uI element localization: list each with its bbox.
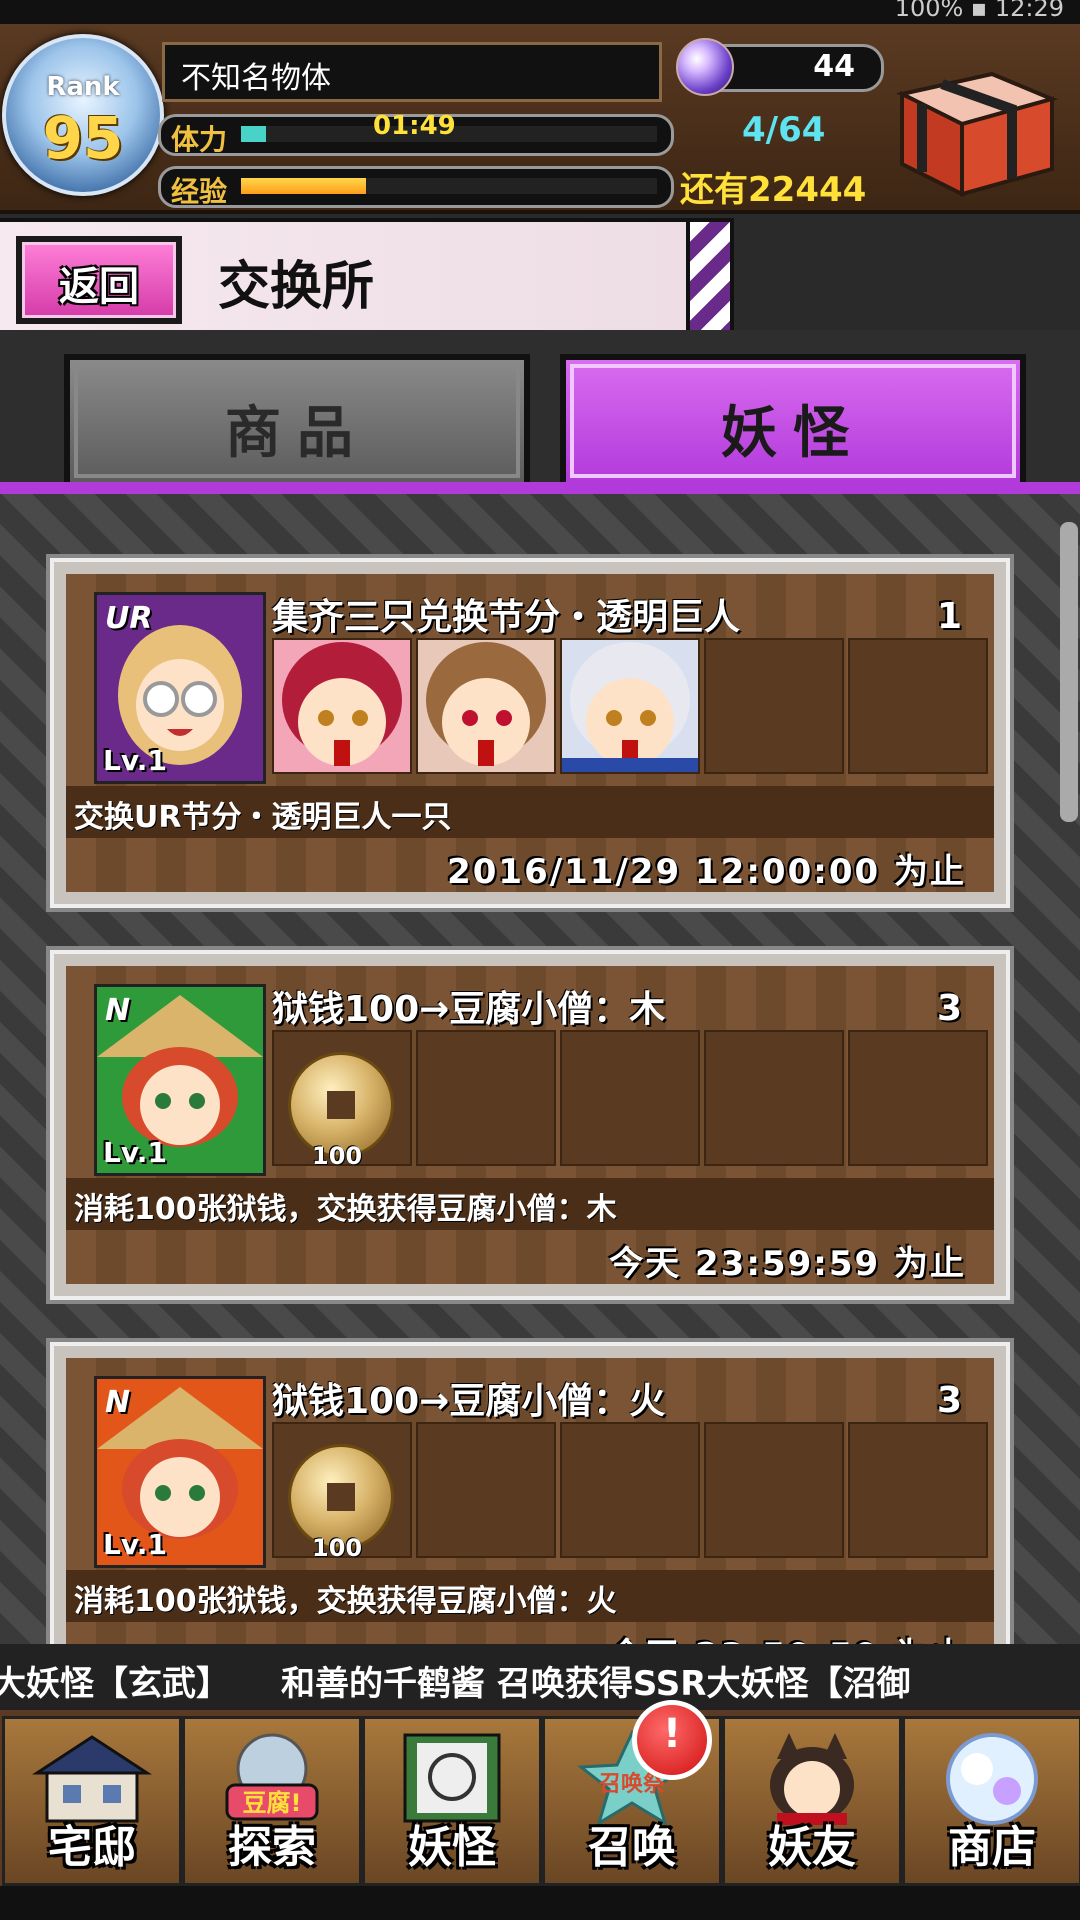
back-button[interactable]: 返回	[16, 236, 182, 324]
card-title: 狱钱100→豆腐小僧：火	[272, 1381, 666, 1422]
orb-count: 44	[813, 49, 855, 84]
nav-summon-label: 召唤	[588, 1822, 676, 1873]
stamina-fill	[241, 126, 266, 142]
card-deadline: 今天 23:59:59 为止	[609, 1244, 966, 1284]
tab-yokai-label: 妖怪	[721, 401, 865, 466]
nav-friends-label: 妖友	[768, 1822, 856, 1873]
reward-portrait[interactable]: UR Lv.1	[94, 592, 266, 784]
stamina-bar: 体力 01:49	[158, 111, 674, 156]
exchange-list[interactable]: UR Lv.1 集齐三只兑换节分・透明巨人 1 交换UR节分・透明巨人一只 20…	[0, 494, 1080, 1644]
tab-yokai[interactable]: 妖怪	[560, 354, 1026, 488]
card-title: 狱钱100→豆腐小僧：木	[272, 989, 666, 1030]
nav-friends[interactable]: 妖友	[722, 1716, 902, 1886]
material-slot	[272, 638, 412, 774]
empty-slot	[416, 1030, 556, 1166]
exchange-count: 3	[936, 1380, 962, 1421]
exchange-card[interactable]: N Lv.1 狱钱100→豆腐小僧：木 3 100 消耗100张狱钱，交换获得豆…	[50, 950, 1010, 1300]
material-slot	[560, 638, 700, 774]
card-deadline: 今天 23:59:59 为止	[609, 1628, 966, 1644]
card-title: 集齐三只兑换节分・透明巨人	[272, 597, 741, 638]
card-description: 交换UR节分・透明巨人一只	[74, 800, 452, 835]
empty-slot	[704, 638, 844, 774]
level-label: Lv.1	[103, 1528, 167, 1561]
empty-slot	[848, 1422, 988, 1558]
exchange-count: 1	[936, 596, 962, 637]
tab-underline	[0, 482, 1080, 494]
nav-explore-label: 探索	[228, 1822, 316, 1873]
exp-fill	[241, 178, 366, 194]
reward-portrait[interactable]: N Lv.1	[94, 1376, 266, 1568]
reward-portrait[interactable]: N Lv.1	[94, 984, 266, 1176]
level-label: Lv.1	[103, 744, 167, 777]
rarity-badge: N	[105, 993, 131, 1028]
exchange-count: 3	[936, 988, 962, 1029]
summon-notification-badge: !	[632, 1700, 712, 1780]
exchange-card[interactable]: UR Lv.1 集齐三只兑换节分・透明巨人 1 交换UR节分・透明巨人一只 20…	[50, 558, 1010, 908]
nav-mansion-label: 宅邸	[48, 1822, 136, 1873]
player-name-box: 不知名物体	[162, 42, 662, 102]
ticker-text: 大妖怪【玄武】 和善的千鹤酱 召唤获得SSR大妖怪【沼御	[0, 1664, 911, 1704]
level-label: Lv.1	[103, 1136, 167, 1169]
page-title: 交换所	[218, 257, 375, 317]
page-title-bar: 返回 交换所	[0, 218, 734, 334]
coin-amount: 100	[312, 1534, 363, 1562]
rarity-badge: UR	[105, 601, 153, 636]
empty-slot	[704, 1422, 844, 1558]
news-ticker: 大妖怪【玄武】 和善的千鹤酱 召唤获得SSR大妖怪【沼御	[0, 1644, 1080, 1710]
stamina-count: 4/64	[742, 110, 826, 150]
exp-label: 经验	[171, 175, 228, 208]
empty-slot	[560, 1422, 700, 1558]
status-bar: 100% ▪ 12:29	[0, 0, 1080, 24]
nav-mansion[interactable]: 宅邸	[2, 1716, 182, 1886]
card-deadline: 2016/11/29 12:00:00 为止	[447, 852, 966, 892]
tab-goods[interactable]: 商品	[64, 354, 530, 488]
nav-shop-label: 商店	[948, 1822, 1036, 1873]
stamina-timer: 01:49	[373, 111, 456, 141]
back-button-label: 返回	[59, 264, 139, 310]
material-slot: 100	[272, 1030, 412, 1170]
list-scrollbar[interactable]	[1060, 522, 1078, 822]
stamina-label: 体力	[171, 123, 228, 156]
nav-yokai[interactable]: 妖怪	[362, 1716, 542, 1886]
exp-remaining: 还有22444	[680, 170, 867, 210]
player-name: 不知名物体	[181, 61, 331, 96]
empty-slot	[704, 1030, 844, 1166]
rank-value: 95	[42, 104, 124, 172]
tab-goods-label: 商品	[225, 401, 369, 466]
bottom-nav: 宅邸 豆腐! 探索 妖怪 召唤祭 召唤 妖友 商店	[0, 1710, 1080, 1886]
yokai-material-icon	[562, 640, 698, 772]
nav-explore[interactable]: 豆腐! 探索	[182, 1716, 362, 1886]
coin-amount: 100	[312, 1142, 363, 1170]
material-slot	[416, 638, 556, 774]
badge-text: !	[662, 1711, 682, 1757]
rank-label: Rank	[46, 72, 120, 102]
yokai-material-icon	[274, 640, 410, 772]
gift-box-icon[interactable]	[882, 54, 1066, 204]
nav-shop[interactable]: 商店	[902, 1716, 1080, 1886]
material-slot: 100	[272, 1422, 412, 1562]
yokai-material-icon	[418, 640, 554, 772]
rarity-badge: N	[105, 1385, 131, 1420]
rank-badge[interactable]: Rank 95	[2, 34, 164, 196]
status-text: 100% ▪ 12:29	[894, 0, 1064, 22]
title-decoration	[686, 222, 730, 330]
card-description: 消耗100张狱钱，交换获得豆腐小僧：火	[74, 1584, 617, 1619]
crystal-orb-icon	[676, 38, 734, 96]
system-nav-bar	[0, 1886, 1080, 1920]
empty-slot	[560, 1030, 700, 1166]
exchange-card[interactable]: N Lv.1 狱钱100→豆腐小僧：火 3 100 消耗100张狱钱，交换获得豆…	[50, 1342, 1010, 1644]
empty-slot	[416, 1422, 556, 1558]
empty-slot	[848, 1030, 988, 1166]
player-header: Rank 95 不知名物体 体力 01:49 经验 44 4/64 还有2244…	[0, 24, 1080, 214]
exp-bar: 经验	[158, 166, 674, 208]
empty-slot	[848, 638, 988, 774]
card-description: 消耗100张狱钱，交换获得豆腐小僧：木	[74, 1192, 617, 1227]
nav-yokai-label: 妖怪	[408, 1822, 496, 1873]
